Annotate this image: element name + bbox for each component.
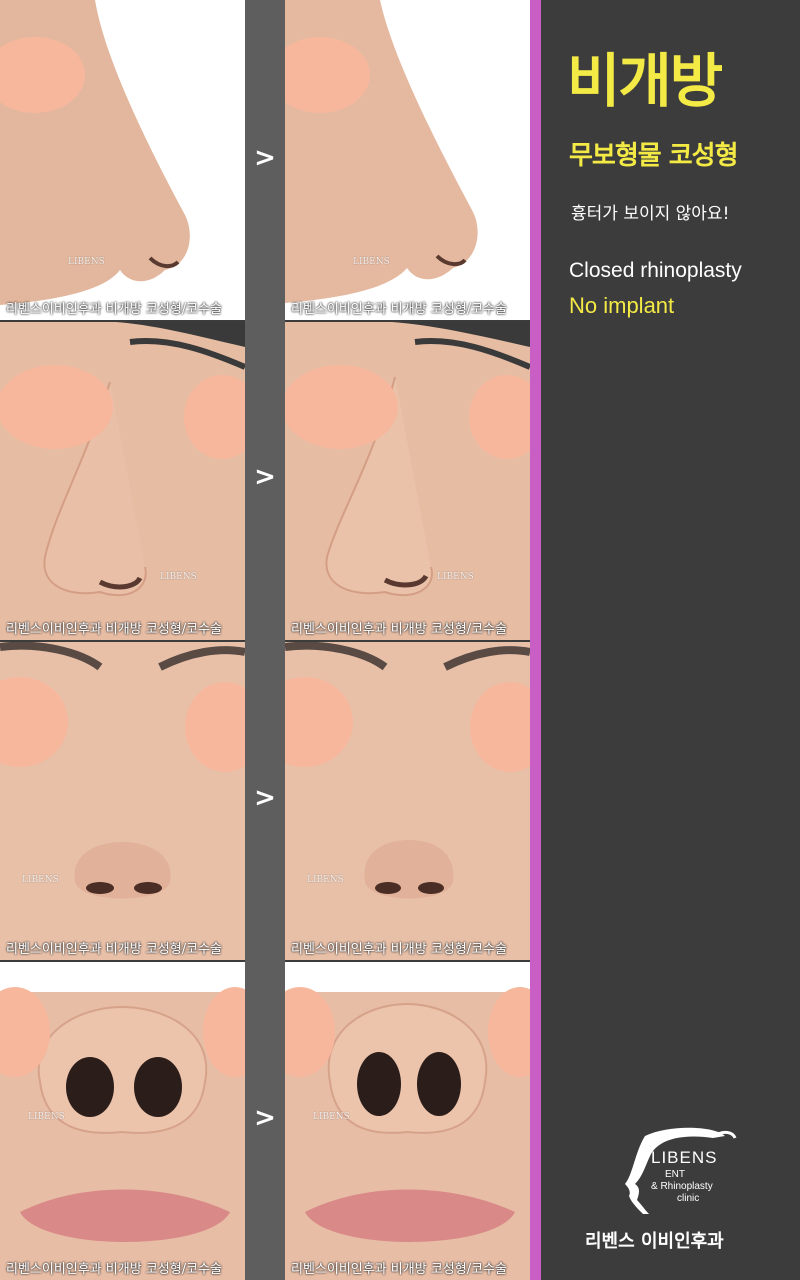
photo-watermark: 리벤스이비인후과 비개방 코성형/코수술 [6,622,222,637]
arrow-row-2: > [254,462,276,492]
after-photo-base: LIBENS 리벤스이비인후과 비개방 코성형/코수술 [285,962,530,1280]
page-title: 비개방 [567,47,723,115]
after-photo-column: LIBENS 리벤스이비인후과 비개방 코성형/코수술 LIBENS 리벤스이비… [285,0,530,1280]
page-subtitle: 무보형물 코성형 [569,141,738,171]
photo-watermark: 리벤스이비인후과 비개방 코성형/코수술 [291,1262,507,1277]
clinic-logo: LIBENS ENT & Rhinoplasty clinic [615,1126,775,1216]
clinic-name: 리벤스 이비인후과 [585,1231,724,1252]
photo-watermark: 리벤스이비인후과 비개방 코성형/코수술 [291,302,507,317]
after-photo-front: LIBENS 리벤스이비인후과 비개방 코성형/코수술 [285,642,530,960]
brand-watermark: LIBENS [28,1112,65,1122]
before-photo-base: LIBENS 리벤스이비인후과 비개방 코성형/코수술 [0,962,245,1280]
after-photo-three-quarter: LIBENS 리벤스이비인후과 비개방 코성형/코수술 [285,322,530,640]
photo-watermark: 리벤스이비인후과 비개방 코성형/코수술 [6,1262,222,1277]
center-divider [245,0,285,1280]
scar-note: 흉터가 보이지 않아요! [571,204,730,224]
accent-bar [530,0,541,1280]
arrow-row-3: > [254,783,276,813]
after-photo-profile: LIBENS 리벤스이비인후과 비개방 코성형/코수술 [285,0,530,320]
photo-watermark: 리벤스이비인후과 비개방 코성형/코수술 [6,942,222,957]
implant-note-english: No implant [569,293,675,318]
photo-watermark: 리벤스이비인후과 비개방 코성형/코수술 [6,302,222,317]
photo-watermark: 리벤스이비인후과 비개방 코성형/코수술 [291,942,507,957]
brand-watermark: LIBENS [307,875,344,885]
arrow-row-4: > [254,1103,276,1133]
logo-name: LIBENS [651,1148,718,1167]
brand-watermark: LIBENS [437,572,474,582]
info-panel: 비개방 무보형물 코성형 흉터가 보이지 않아요! Closed rhinopl… [541,0,800,1280]
procedure-name-english: Closed rhinoplasty [569,259,742,282]
before-photo-three-quarter: LIBENS 리벤스이비인후과 비개방 코성형/코수술 [0,322,245,640]
logo-line-rhinoplasty: & Rhinoplasty [651,1181,713,1192]
brand-watermark: LIBENS [160,572,197,582]
logo-line-ent: ENT [665,1169,685,1180]
before-photo-profile: LIBENS 리벤스이비인후과 비개방 코성형/코수술 [0,0,245,320]
photo-watermark: 리벤스이비인후과 비개방 코성형/코수술 [291,622,507,637]
three-quarter-illustration [285,322,530,640]
front-illustration [0,642,245,960]
brand-watermark: LIBENS [353,257,390,267]
brand-watermark: LIBENS [313,1112,350,1122]
before-photo-front: LIBENS 리벤스이비인후과 비개방 코성형/코수술 [0,642,245,960]
three-quarter-illustration [0,322,245,640]
before-photo-column: LIBENS 리벤스이비인후과 비개방 코성형/코수술 LIBENS 리벤스이비… [0,0,245,1280]
arrow-row-1: > [254,143,276,173]
profile-illustration [0,0,245,320]
front-illustration [285,642,530,960]
logo-line-clinic: clinic [677,1193,700,1204]
profile-illustration [285,0,530,320]
brand-watermark: LIBENS [68,257,105,267]
brand-watermark: LIBENS [22,875,59,885]
